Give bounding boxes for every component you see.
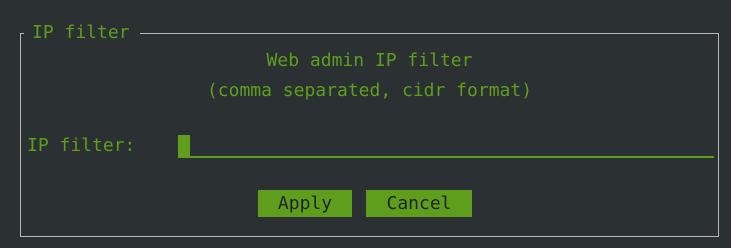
apply-button[interactable]: Apply	[258, 190, 352, 217]
dialog-subheading: (comma separated, cidr format)	[206, 80, 533, 101]
ip-filter-field[interactable]	[178, 133, 714, 159]
ip-filter-input[interactable]	[192, 133, 712, 155]
ip-filter-underline	[178, 156, 714, 158]
dialog-title: IP filter	[24, 20, 140, 46]
ip-filter-label: IP filter:	[27, 135, 136, 156]
dialog-heading: Web admin IP filter	[266, 50, 473, 71]
text-cursor	[178, 135, 190, 157]
cancel-button[interactable]: Cancel	[366, 190, 472, 217]
